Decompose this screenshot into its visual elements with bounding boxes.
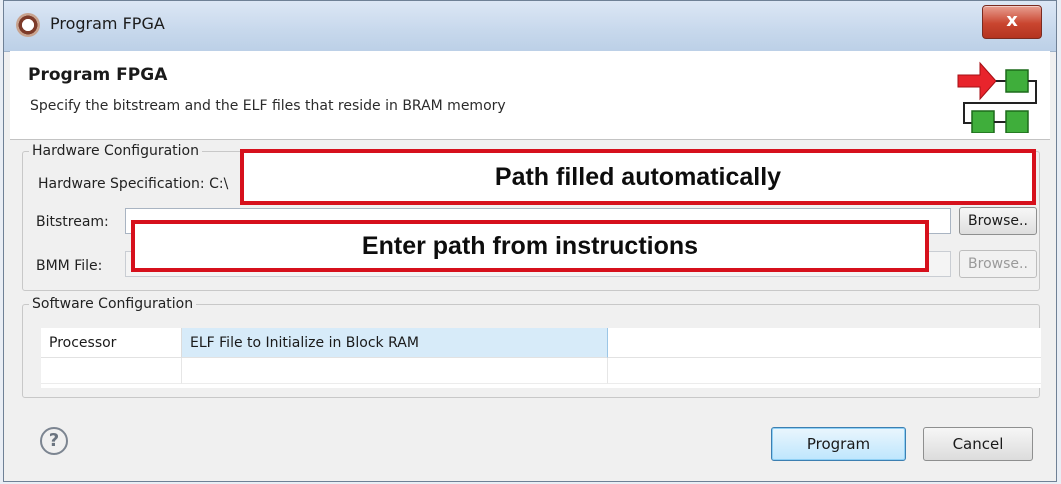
flow-diagram-icon bbox=[957, 61, 1037, 133]
annotation-path-filled-automatically: Path filled automatically bbox=[240, 149, 1036, 205]
program-button[interactable]: Program bbox=[771, 427, 906, 461]
page-title: Program FPGA bbox=[28, 65, 168, 85]
close-button[interactable]: x bbox=[982, 5, 1042, 39]
cancel-button[interactable]: Cancel bbox=[923, 427, 1033, 461]
table-cell[interactable] bbox=[182, 358, 608, 384]
bmm-file-label: BMM File: bbox=[36, 258, 103, 274]
help-icon[interactable]: ? bbox=[40, 427, 68, 455]
window-title: Program FPGA bbox=[50, 14, 165, 33]
title-bar: Program FPGA x bbox=[4, 1, 1056, 52]
program-fpga-dialog: Program FPGA x Program FPGA Specify the … bbox=[3, 0, 1057, 482]
table-cell[interactable] bbox=[41, 358, 182, 384]
bitstream-browse-button[interactable]: Browse.. bbox=[959, 207, 1037, 235]
page-description: Specify the bitstream and the ELF files … bbox=[30, 98, 506, 114]
column-header-processor[interactable]: Processor bbox=[41, 328, 182, 358]
bitstream-label: Bitstream: bbox=[36, 214, 109, 230]
table-cell[interactable] bbox=[608, 358, 1041, 384]
column-header-empty bbox=[608, 328, 1041, 358]
elf-table: Processor ELF File to Initialize in Bloc… bbox=[41, 328, 1041, 388]
bmm-browse-button[interactable]: Browse.. bbox=[959, 250, 1037, 278]
hardware-configuration-legend: Hardware Configuration bbox=[32, 143, 199, 159]
hardware-specification-label: Hardware Specification: C:\ bbox=[38, 176, 229, 192]
annotation-enter-path: Enter path from instructions bbox=[131, 220, 929, 272]
software-configuration-legend: Software Configuration bbox=[32, 296, 194, 312]
sdk-icon bbox=[16, 13, 40, 37]
wizard-header: Program FPGA Specify the bitstream and t… bbox=[10, 51, 1050, 140]
column-header-elf-file[interactable]: ELF File to Initialize in Block RAM bbox=[182, 328, 608, 358]
